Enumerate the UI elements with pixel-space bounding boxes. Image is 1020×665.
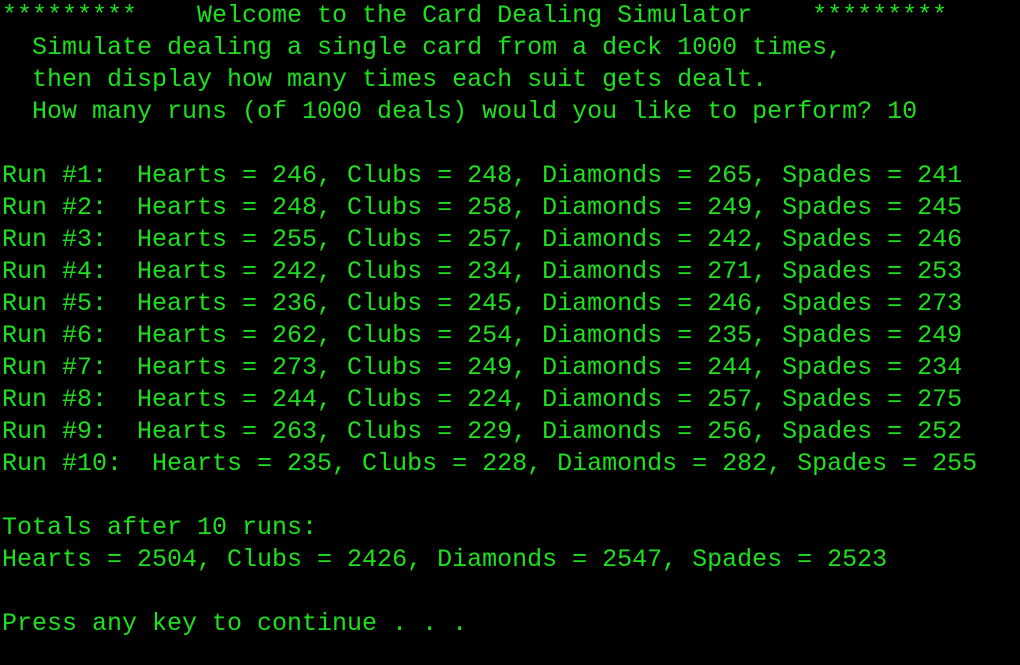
totals-heading: Totals after 10 runs:: [2, 513, 318, 542]
description-line-2: then display how many times each suit ge…: [2, 65, 768, 94]
welcome-banner: ********* Welcome to the Card Dealing Si…: [2, 1, 948, 30]
run-result-4: Run #4: Hearts = 242, Clubs = 234, Diamo…: [2, 257, 963, 286]
run-result-2: Run #2: Hearts = 248, Clubs = 258, Diamo…: [2, 193, 963, 222]
run-result-1: Run #1: Hearts = 246, Clubs = 248, Diamo…: [2, 161, 963, 190]
runs-prompt: How many runs (of 1000 deals) would you …: [2, 97, 918, 126]
run-result-9: Run #9: Hearts = 263, Clubs = 229, Diamo…: [2, 417, 963, 446]
run-result-8: Run #8: Hearts = 244, Clubs = 224, Diamo…: [2, 385, 963, 414]
continue-prompt: Press any key to continue . . .: [2, 609, 468, 638]
run-result-10: Run #10: Hearts = 235, Clubs = 228, Diam…: [2, 449, 978, 478]
run-result-6: Run #6: Hearts = 262, Clubs = 254, Diamo…: [2, 321, 963, 350]
run-result-7: Run #7: Hearts = 273, Clubs = 249, Diamo…: [2, 353, 963, 382]
run-result-3: Run #3: Hearts = 255, Clubs = 257, Diamo…: [2, 225, 963, 254]
continue-prompt-line: Press any key to continue . . .: [2, 608, 1020, 640]
description-line-1: Simulate dealing a single card from a de…: [2, 33, 843, 62]
totals-values: Hearts = 2504, Clubs = 2426, Diamonds = …: [2, 545, 888, 574]
run-result-5: Run #5: Hearts = 236, Clubs = 245, Diamo…: [2, 289, 963, 318]
console-window[interactable]: ********* Welcome to the Card Dealing Si…: [0, 0, 1020, 665]
